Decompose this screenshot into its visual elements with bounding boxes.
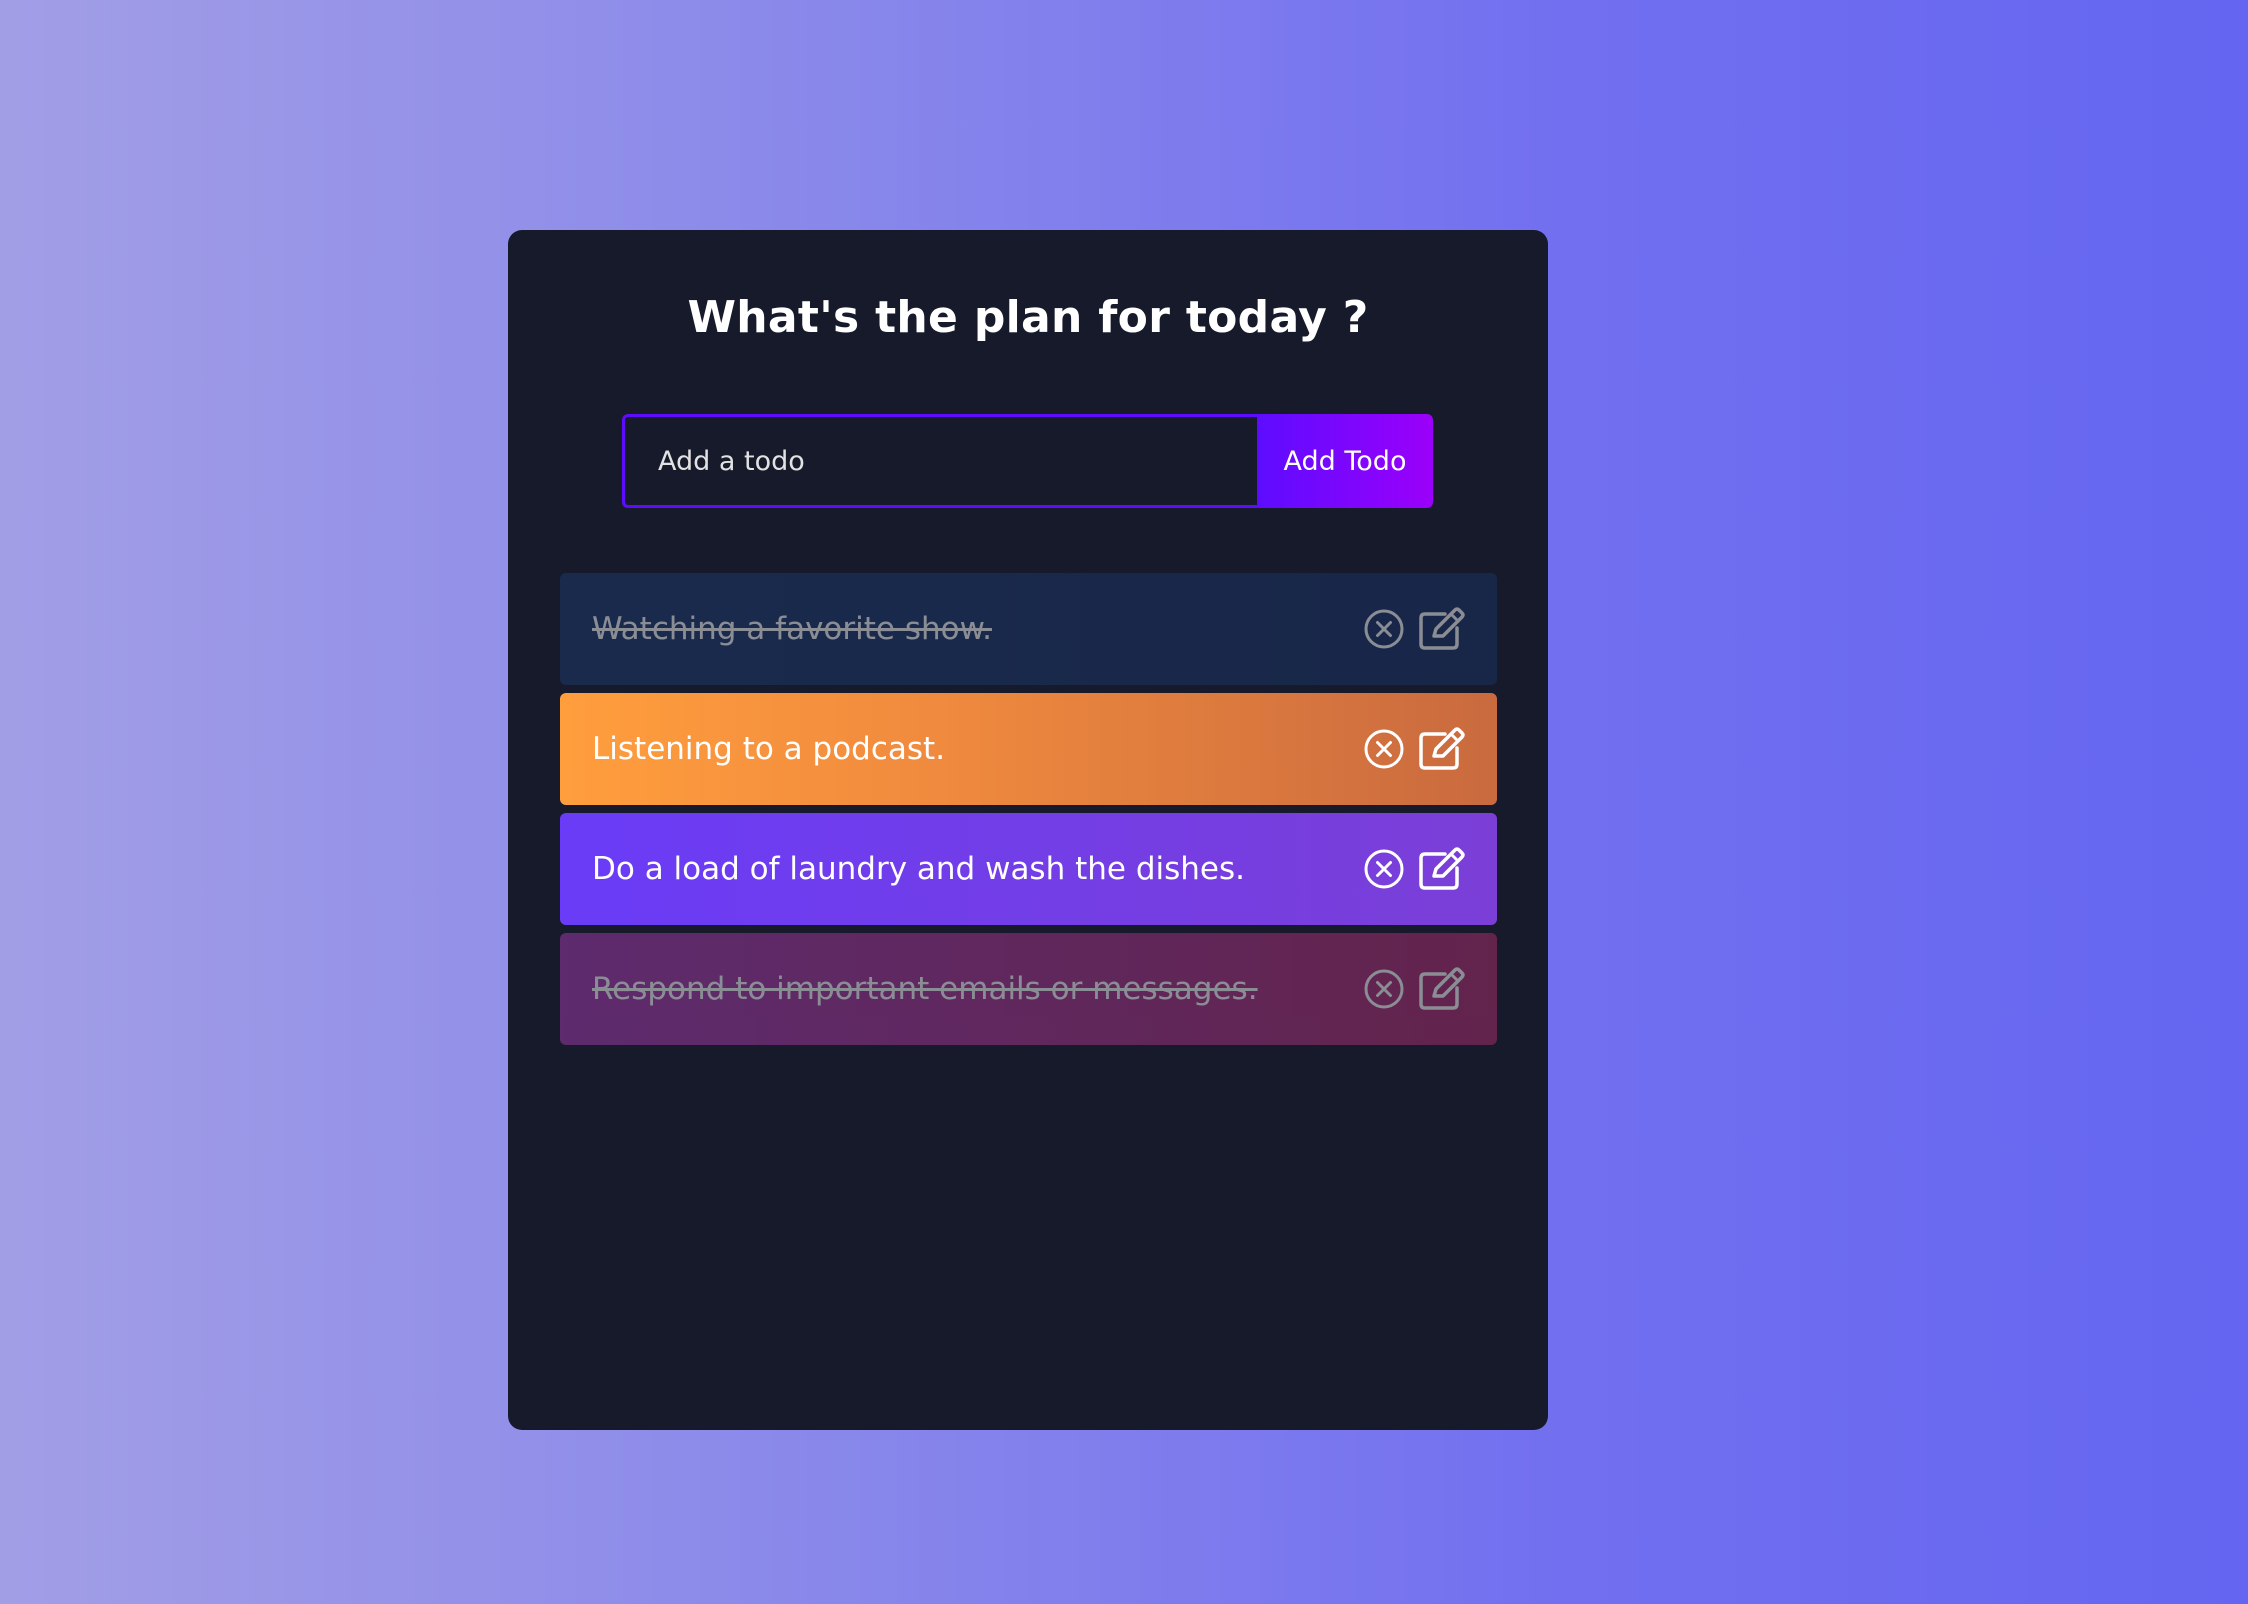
- edit-icon[interactable]: [1417, 726, 1467, 772]
- page-title: What's the plan for today ?: [687, 292, 1369, 343]
- close-circle-icon[interactable]: [1363, 608, 1405, 650]
- edit-icon[interactable]: [1417, 966, 1467, 1012]
- todo-item[interactable]: Respond to important emails or messages.: [560, 933, 1497, 1045]
- todo-text[interactable]: Respond to important emails or messages.: [592, 971, 1258, 1007]
- edit-icon[interactable]: [1417, 846, 1467, 892]
- todo-input[interactable]: [622, 414, 1257, 508]
- todo-actions: [1363, 966, 1467, 1012]
- todo-app: What's the plan for today ? Add Todo Wat…: [508, 230, 1548, 1430]
- todo-text[interactable]: Listening to a podcast.: [592, 731, 945, 767]
- todo-item[interactable]: Do a load of laundry and wash the dishes…: [560, 813, 1497, 925]
- todo-actions: [1363, 726, 1467, 772]
- todo-item[interactable]: Watching a favorite show.: [560, 573, 1497, 685]
- todo-item[interactable]: Listening to a podcast.: [560, 693, 1497, 805]
- todo-actions: [1363, 606, 1467, 652]
- close-circle-icon[interactable]: [1363, 968, 1405, 1010]
- close-circle-icon[interactable]: [1363, 848, 1405, 890]
- edit-icon[interactable]: [1417, 606, 1467, 652]
- close-circle-icon[interactable]: [1363, 728, 1405, 770]
- todo-form: Add Todo: [622, 414, 1433, 508]
- todo-list: Watching a favorite show. Listening to a…: [560, 573, 1497, 1053]
- todo-text[interactable]: Do a load of laundry and wash the dishes…: [592, 851, 1245, 887]
- todo-actions: [1363, 846, 1467, 892]
- todo-text[interactable]: Watching a favorite show.: [592, 611, 992, 647]
- add-todo-button[interactable]: Add Todo: [1257, 414, 1433, 508]
